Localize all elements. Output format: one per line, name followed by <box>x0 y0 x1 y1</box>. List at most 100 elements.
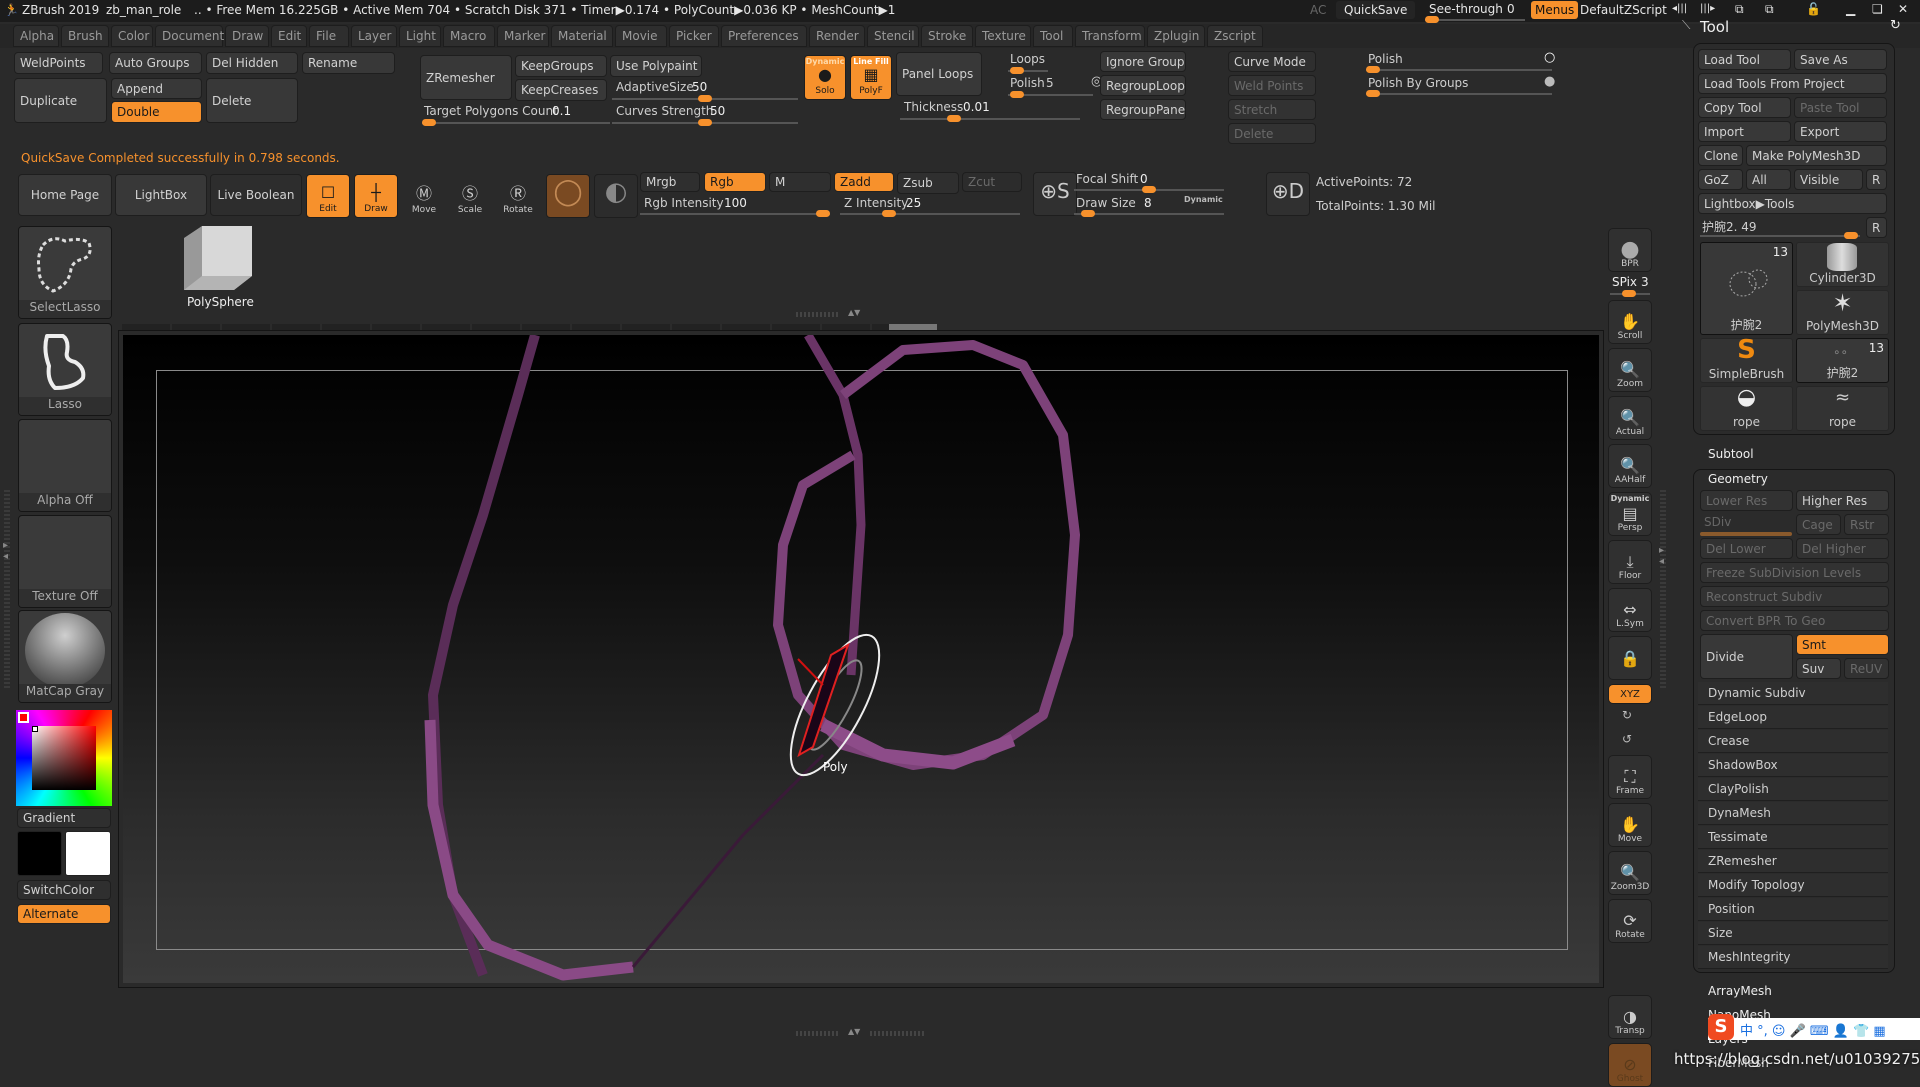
bottom-tray-arrows-icon[interactable]: ▲▼ <box>848 1027 860 1036</box>
menu-edit[interactable]: Edit <box>271 25 307 47</box>
lower-res-button[interactable]: Lower Res <box>1700 490 1793 511</box>
keep-creases-button[interactable]: KeepCreases <box>515 79 607 101</box>
reuv-button[interactable]: ReUV <box>1844 658 1889 679</box>
mrgb-button[interactable]: Mrgb <box>640 172 700 192</box>
scroll-button[interactable]: ✋ Scroll <box>1608 300 1652 344</box>
subtool-header[interactable]: Subtool <box>1708 447 1754 461</box>
thickness-slider[interactable]: Thickness 0.01 <box>900 100 1080 122</box>
sdiv-slider[interactable]: SDiv <box>1700 514 1793 536</box>
del-lower-button[interactable]: Del Lower <box>1700 538 1793 559</box>
current-tool-r-button[interactable]: R <box>1866 217 1887 238</box>
zadd-button[interactable]: Zadd <box>834 172 894 192</box>
close-icon[interactable]: ✕ <box>1898 2 1908 16</box>
goz-button[interactable]: GoZ <box>1698 169 1743 190</box>
del-hidden-button[interactable]: Del Hidden <box>206 52 298 74</box>
top-tray-handle[interactable] <box>796 312 840 317</box>
tool-thumb-2[interactable]: ✶ PolyMesh3D <box>1796 289 1889 335</box>
bottom-tray-handle-2[interactable] <box>870 1031 924 1036</box>
floor-button[interactable]: ⤓ Floor <box>1608 540 1652 584</box>
xyz-rotate-button[interactable]: XYZ <box>1608 684 1652 704</box>
spix-slider[interactable]: SPix 3 <box>1608 275 1652 297</box>
geometry-item-zremesher[interactable]: ZRemesher <box>1698 850 1888 873</box>
polish-by-groups-dot-icon[interactable]: ● <box>1544 74 1555 89</box>
geometry-item-position[interactable]: Position <box>1698 898 1888 921</box>
geometry-item-crease[interactable]: Crease <box>1698 730 1888 753</box>
adaptive-size-slider[interactable]: AdaptiveSize 50 <box>612 80 798 102</box>
menu-tool[interactable]: Tool <box>1033 25 1073 47</box>
polish-by-groups-slider[interactable]: Polish By Groups ● <box>1366 74 1555 97</box>
top-tray-arrows-icon[interactable]: ▲▼ <box>848 308 860 317</box>
menu-texture[interactable]: Texture <box>975 25 1031 47</box>
seethrough-slider[interactable]: See-through 0 <box>1425 2 1525 23</box>
menu-zscript[interactable]: Zscript <box>1207 25 1263 47</box>
geometry-item-edgeloop[interactable]: EdgeLoop <box>1698 706 1888 729</box>
regroup-panels-button[interactable]: RegroupPanels <box>1100 99 1186 120</box>
menu-light[interactable]: Light <box>399 25 441 47</box>
polish-knob[interactable] <box>1366 66 1380 73</box>
weldpoints-button[interactable]: WeldPoints <box>14 52 103 74</box>
panel-loops-button[interactable]: Panel Loops <box>896 52 982 96</box>
tool-thumb-5[interactable]: ◒ rope <box>1700 385 1793 431</box>
menu-macro[interactable]: Macro <box>443 25 495 47</box>
curve-delete-button[interactable]: Delete <box>1228 123 1316 144</box>
delete-button[interactable]: Delete <box>206 78 298 123</box>
rename-button[interactable]: Rename <box>302 52 395 74</box>
curves-strength-knob[interactable] <box>698 119 712 126</box>
menu-marker[interactable]: Marker <box>497 25 549 47</box>
export-button[interactable]: Export <box>1794 121 1887 142</box>
draw-button[interactable]: ┼ Draw <box>354 174 398 218</box>
right-tray-handle[interactable] <box>1660 488 1666 688</box>
aahalf-button[interactable]: 🔍 AAHalf <box>1608 444 1652 488</box>
ime-mode-icon[interactable]: 中 °, ☺ 🎤 ⌨ 👤 👕 ▦ <box>1740 1020 1886 1039</box>
curves-strength-slider[interactable]: Curves Strength 50 <box>612 104 798 126</box>
draw-size-slider[interactable]: Draw Size 8 Dynamic <box>1074 195 1224 217</box>
duplicate-button[interactable]: Duplicate <box>14 78 107 123</box>
spix-knob[interactable] <box>1622 290 1636 297</box>
copy-tool-button[interactable]: Copy Tool <box>1698 97 1791 118</box>
restore-icon[interactable]: ❏ <box>1872 2 1883 16</box>
menu-render[interactable]: Render <box>809 25 865 47</box>
edit-button[interactable]: ☐ Edit <box>306 174 350 218</box>
menu-file[interactable]: File <box>309 25 349 47</box>
suv-button[interactable]: Suv <box>1796 658 1841 679</box>
tool-subpalette-arraymesh[interactable]: ArrayMesh <box>1708 984 1772 998</box>
save-as-button[interactable]: Save As <box>1794 49 1887 70</box>
color-picker-cursor[interactable] <box>32 726 38 732</box>
loops-slider[interactable]: Loops <box>1008 52 1054 74</box>
sdiv-track[interactable] <box>1700 532 1792 536</box>
tool-panel-refresh-icon[interactable]: ↻ <box>1890 18 1901 33</box>
auto-groups-button[interactable]: Auto Groups <box>109 52 202 74</box>
left-tray-arrows-icon[interactable]: ▸ ◂ <box>3 540 8 562</box>
double-button[interactable]: Double <box>111 101 202 123</box>
lazy-mouse-s-button[interactable]: ⊕S <box>1033 172 1077 216</box>
lock-icon[interactable]: 🔓 <box>1806 2 1821 16</box>
load-tool-button[interactable]: Load Tool <box>1698 49 1791 70</box>
goz-all-button[interactable]: All <box>1746 169 1791 190</box>
ignore-groups-button[interactable]: Ignore Groups <box>1100 51 1186 72</box>
scale-button[interactable]: Ⓢ Scale <box>448 174 492 218</box>
weld-points-button[interactable]: Weld Points <box>1228 75 1316 96</box>
focal-shift-slider[interactable]: Focal Shift 0 <box>1074 172 1224 193</box>
keep-groups-button[interactable]: KeepGroups <box>515 55 607 77</box>
tool-thumb-1[interactable]: Cylinder3D <box>1796 242 1889 287</box>
import-button[interactable]: Import <box>1698 121 1791 142</box>
geometry-item-modify-topology[interactable]: Modify Topology <box>1698 874 1888 897</box>
gradient-button[interactable]: Gradient <box>17 808 111 828</box>
stretch-button[interactable]: Stretch <box>1228 99 1316 120</box>
menu-preferences[interactable]: Preferences <box>721 25 807 47</box>
polish-slider[interactable]: Polish ○ <box>1366 50 1555 73</box>
sogou-logo-icon[interactable]: S <box>1708 1014 1734 1040</box>
tool-thumb-6[interactable]: ≈ rope <box>1796 386 1889 431</box>
menu-material[interactable]: Material <box>551 25 613 47</box>
color-picker[interactable] <box>16 710 112 806</box>
left-tray-handle[interactable] <box>4 488 10 688</box>
current-tool-knob[interactable] <box>1844 232 1858 239</box>
load-tools-from-project-button[interactable]: Load Tools From Project <box>1698 73 1887 94</box>
minimize-icon[interactable]: ▁ <box>1846 2 1855 16</box>
smt-button[interactable]: Smt <box>1796 634 1889 655</box>
current-tool-slider[interactable]: 护腕2. 49 <box>1698 217 1862 239</box>
local-camera-button[interactable]: 🔒 <box>1608 636 1652 680</box>
material-button[interactable]: ◯ <box>546 174 590 218</box>
draw-size-knob[interactable] <box>1080 210 1095 217</box>
next-layout-icon[interactable]: ⧉ <box>1765 2 1774 17</box>
